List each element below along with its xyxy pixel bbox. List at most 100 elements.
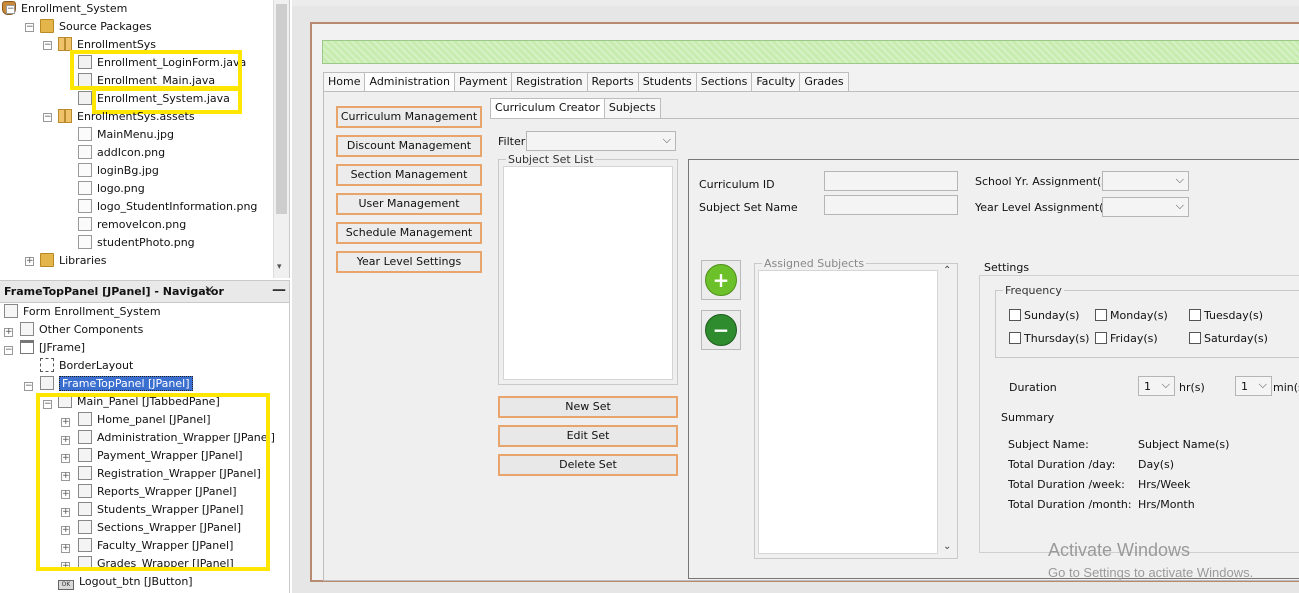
file-label: loginBg.jpg — [97, 164, 159, 177]
school-yr-combo[interactable]: ⌵ — [1102, 171, 1189, 191]
year-level-combo[interactable]: ⌵ — [1102, 197, 1189, 217]
collapse-icon[interactable]: − — [4, 346, 13, 355]
discount-management-button[interactable]: Discount Management — [336, 135, 482, 157]
assigned-subjects-list[interactable] — [758, 270, 938, 554]
tree-item-asset-file[interactable]: logo.png — [78, 180, 145, 198]
tree-item-asset-file[interactable]: removeIcon.png — [78, 216, 186, 234]
main-tabbed-pane: Home Administration Payment Registration… — [323, 72, 849, 93]
subject-set-name-field[interactable] — [824, 195, 958, 215]
navigator-title: FrameTopPanel [JPanel] - Navigator — [4, 285, 224, 298]
saturday-checkbox[interactable]: Saturday(s) — [1189, 332, 1268, 345]
image-file-icon — [78, 163, 92, 177]
curriculum-management-button[interactable]: Curriculum Management — [336, 106, 482, 128]
tree-item-asset-file[interactable]: addIcon.png — [78, 144, 165, 162]
tab-subjects[interactable]: Subjects — [603, 98, 661, 118]
section-management-button[interactable]: Section Management — [336, 164, 482, 186]
minutes-combo[interactable]: 1 ⌵ — [1235, 376, 1272, 396]
minimize-icon[interactable]: — — [272, 282, 286, 298]
hours-combo[interactable]: 1 ⌵ — [1138, 376, 1175, 396]
subject-set-list-title: Subject Set List — [506, 153, 596, 166]
tree-item-frame-top-panel[interactable]: FrameTopPanel [JPanel] — [40, 375, 193, 393]
tuesday-checkbox[interactable]: Tuesday(s) — [1189, 309, 1263, 322]
chevron-down-icon: ⌵ — [1175, 173, 1184, 186]
navigator-header: FrameTopPanel [JPanel] - Navigator × — — [0, 281, 289, 303]
collapse-icon[interactable]: − — [6, 5, 15, 14]
tab-administration[interactable]: Administration — [364, 72, 455, 93]
tree-item-project[interactable]: Enrollment_System — [2, 0, 127, 18]
tree-item-jframe[interactable]: [JFrame] — [20, 339, 85, 357]
image-file-icon — [78, 145, 92, 159]
friday-label: Friday(s) — [1110, 332, 1158, 345]
project-tree-pane: Enrollment_System − Source Packages − En… — [0, 0, 290, 278]
curriculum-id-field[interactable] — [824, 171, 958, 191]
summary-label-week: Total Duration /week: — [1008, 478, 1125, 491]
tree-item-asset-file[interactable]: MainMenu.jpg — [78, 126, 174, 144]
tab-reports[interactable]: Reports — [586, 72, 639, 92]
scroll-thumb[interactable] — [276, 4, 287, 214]
frequency-box: Frequency Sunday(s) Monday(s) Tuesday(s)… — [995, 284, 1299, 358]
collapse-icon[interactable]: − — [25, 23, 34, 32]
subject-set-list[interactable] — [503, 166, 673, 380]
tree-item-asset-file[interactable]: logo_StudentInformation.png — [78, 198, 257, 216]
activate-windows-watermark: Activate Windows — [1048, 540, 1191, 560]
minus-icon: − — [705, 314, 737, 346]
friday-checkbox[interactable]: Friday(s) — [1095, 332, 1158, 345]
tab-curriculum-creator[interactable]: Curriculum Creator — [490, 98, 605, 119]
scroll-down-icon[interactable]: ▾ — [277, 262, 282, 272]
tab-home[interactable]: Home — [323, 72, 366, 92]
file-label: MainMenu.jpg — [97, 128, 174, 141]
new-set-button[interactable]: New Set — [498, 396, 678, 418]
tab-faculty[interactable]: Faculty — [751, 72, 801, 92]
remove-subject-button[interactable]: − — [701, 310, 741, 350]
tree-item-asset-file[interactable]: loginBg.jpg — [78, 162, 159, 180]
schedule-management-button[interactable]: Schedule Management — [336, 222, 482, 244]
collapse-icon[interactable]: − — [24, 382, 33, 391]
edit-set-button[interactable]: Edit Set — [498, 425, 678, 447]
tree-item-asset-file[interactable]: studentPhoto.png — [78, 234, 195, 252]
thursday-checkbox[interactable]: Thursday(s) — [1009, 332, 1089, 345]
java-form-icon — [78, 91, 92, 105]
saturday-label: Saturday(s) — [1204, 332, 1268, 345]
tree-item-source-packages[interactable]: Source Packages — [40, 18, 152, 36]
package-label: EnrollmentSys.assets — [77, 110, 195, 123]
project-scrollbar[interactable]: ▾ — [273, 0, 289, 278]
year-level-settings-button[interactable]: Year Level Settings — [336, 251, 482, 273]
add-subject-button[interactable]: + — [701, 260, 741, 300]
tree-item-other-components[interactable]: Other Components — [20, 321, 143, 339]
tab-sections[interactable]: Sections — [695, 72, 753, 92]
duration-label: Duration — [1009, 381, 1057, 394]
form-designer: Home Administration Payment Registration… — [292, 0, 1299, 593]
scroll-up-icon[interactable]: ⌃ — [943, 265, 951, 276]
summary-value-subject-name: Subject Name(s) — [1138, 438, 1230, 451]
plus-icon: + — [705, 264, 737, 296]
filter-combo[interactable]: ⌵ — [526, 131, 676, 151]
sunday-checkbox[interactable]: Sunday(s) — [1009, 309, 1079, 322]
tab-students[interactable]: Students — [637, 72, 697, 92]
delete-set-button[interactable]: Delete Set — [498, 454, 678, 476]
tree-item-form[interactable]: Form Enrollment_System — [4, 303, 161, 321]
folder-icon — [40, 253, 54, 267]
user-management-button[interactable]: User Management — [336, 193, 482, 215]
collapse-icon[interactable]: − — [43, 41, 52, 50]
tree-item-logout-button[interactable]: OK Logout_btn [JButton] — [58, 573, 193, 591]
frame-top-panel-label: FrameTopPanel [JPanel] — [59, 376, 193, 391]
assigned-subjects-scrollbar[interactable]: ⌃ ⌄ — [940, 265, 956, 557]
checkbox-icon — [1009, 309, 1021, 321]
expand-icon[interactable]: + — [4, 328, 13, 337]
tree-item-libraries[interactable]: Libraries — [40, 252, 107, 270]
tab-registration[interactable]: Registration — [511, 72, 588, 92]
scroll-down-icon[interactable]: ⌄ — [943, 541, 951, 552]
monday-checkbox[interactable]: Monday(s) — [1095, 309, 1168, 322]
tree-item-border-layout[interactable]: BorderLayout — [40, 357, 133, 375]
file-label: addIcon.png — [97, 146, 166, 159]
tab-grades[interactable]: Grades — [799, 72, 849, 92]
collapse-icon[interactable]: − — [43, 113, 52, 122]
image-file-icon — [78, 217, 92, 231]
logout-label: Logout_btn [JButton] — [79, 575, 193, 588]
top-banner-panel — [322, 40, 1299, 64]
summary-title: Summary — [1001, 411, 1055, 424]
tab-payment[interactable]: Payment — [453, 72, 513, 92]
tree-item-package-assets[interactable]: EnrollmentSys.assets — [58, 108, 195, 126]
expand-icon[interactable]: + — [25, 257, 34, 266]
close-icon[interactable]: × — [204, 283, 215, 298]
